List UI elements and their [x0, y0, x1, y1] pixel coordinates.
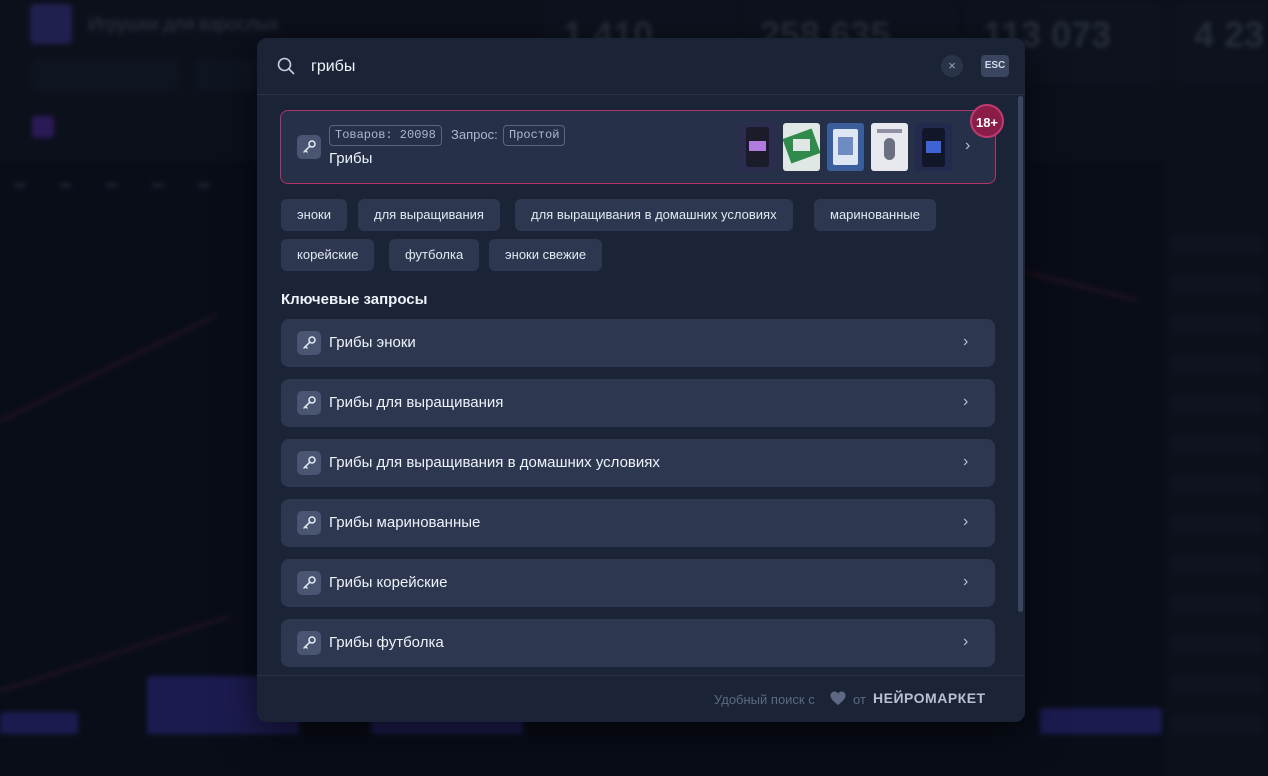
suggestion-chip[interactable]: эноки — [281, 199, 347, 231]
chevron-right-icon: › — [963, 393, 969, 410]
suggestion-chip[interactable]: маринованные — [814, 199, 936, 231]
top-result-title: Грибы — [329, 150, 373, 167]
scrollbar-thumb[interactable] — [1018, 96, 1023, 612]
key-query-row[interactable]: Грибы корейские › — [281, 559, 995, 607]
product-thumbnail[interactable] — [739, 123, 776, 171]
key-query-label: Грибы для выращивания в домашних условия… — [329, 454, 660, 471]
suggestion-chip[interactable]: для выращивания в домашних условиях — [515, 199, 793, 231]
footer-text: Удобный поиск с — [714, 692, 815, 707]
key-query-label: Грибы эноки — [329, 334, 416, 351]
chevron-right-icon: › — [963, 453, 969, 470]
query-type-tag: Простой — [503, 125, 566, 146]
modal-footer: Удобный поиск с от НЕЙРОМАРКЕТ — [257, 675, 1025, 722]
product-thumbnail[interactable] — [915, 123, 952, 171]
key-icon — [297, 511, 321, 535]
chevron-right-icon: › — [963, 333, 969, 350]
key-icon — [297, 391, 321, 415]
search-icon — [277, 57, 295, 75]
key-icon — [297, 451, 321, 475]
product-thumbnail[interactable] — [871, 123, 908, 171]
esc-close-button[interactable]: ESC — [981, 55, 1009, 77]
search-bar: × ESC — [257, 38, 1025, 95]
suggestion-chip[interactable]: эноки свежие — [489, 239, 603, 271]
key-query-row[interactable]: Грибы для выращивания в домашних условия… — [281, 439, 995, 487]
key-icon — [297, 631, 321, 655]
key-query-label: Грибы маринованные — [329, 514, 481, 531]
age-restriction-badge: 18+ — [970, 104, 1004, 138]
key-query-label: Грибы корейские — [329, 574, 448, 591]
chevron-right-icon: › — [963, 573, 969, 590]
query-type-label: Запрос: — [451, 127, 498, 142]
key-query-label: Грибы футболка — [329, 634, 444, 651]
key-query-row[interactable]: Грибы эноки › — [281, 319, 995, 367]
chevron-right-icon: › — [963, 633, 969, 650]
suggestion-chip[interactable]: для выращивания — [358, 199, 500, 231]
key-icon — [297, 571, 321, 595]
product-thumbnail[interactable] — [827, 123, 864, 171]
chevron-right-icon: › — [963, 513, 969, 530]
search-modal: × ESC Товаров: 20098 Запрос: Простой Гри… — [257, 38, 1025, 722]
key-query-row[interactable]: Грибы для выращивания › — [281, 379, 995, 427]
search-input[interactable] — [309, 52, 873, 82]
key-query-label: Грибы для выращивания — [329, 394, 504, 411]
key-queries-title: Ключевые запросы — [281, 291, 428, 308]
brand-logo-link[interactable]: НЕЙРОМАРКЕТ — [873, 690, 986, 706]
suggestion-chip[interactable]: футболка — [389, 239, 480, 271]
chevron-right-icon: › — [965, 137, 971, 154]
top-result-card[interactable]: Товаров: 20098 Запрос: Простой Грибы › — [280, 110, 996, 184]
key-query-row[interactable]: Грибы футболка › — [281, 619, 995, 667]
heart-icon — [830, 691, 846, 705]
footer-from: от — [853, 692, 866, 707]
key-icon — [297, 135, 321, 159]
key-query-row[interactable]: Грибы маринованные › — [281, 499, 995, 547]
suggestion-chip[interactable]: корейские — [281, 239, 375, 271]
product-thumbnail[interactable] — [783, 123, 820, 171]
key-icon — [297, 331, 321, 355]
clear-search-button[interactable]: × — [941, 55, 963, 77]
products-count-tag: Товаров: 20098 — [329, 125, 442, 146]
